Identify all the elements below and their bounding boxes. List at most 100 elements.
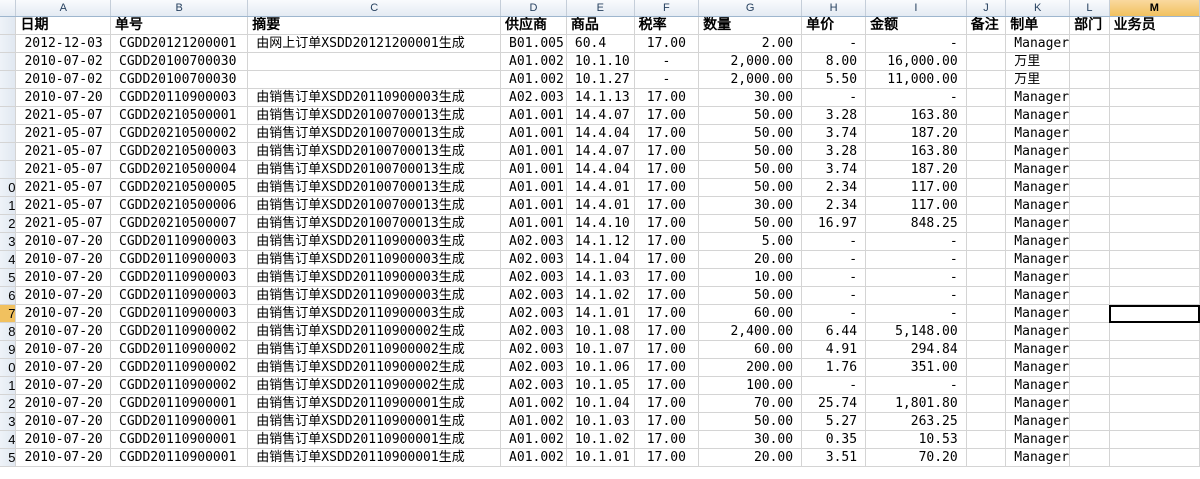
cell[interactable]: A02.003	[500, 232, 567, 251]
cell[interactable]	[966, 376, 1007, 395]
cell[interactable]: 263.25	[865, 412, 967, 431]
cell[interactable]: 17.00	[634, 286, 700, 305]
row-number[interactable]: 1	[0, 196, 17, 215]
cell[interactable]: 2021-05-07	[15, 178, 111, 197]
cell[interactable]: A01.001	[500, 124, 567, 143]
cell[interactable]: 70.20	[865, 448, 967, 467]
cell[interactable]: 2,400.00	[698, 322, 803, 341]
cell[interactable]: 由销售订单XSDD20110900003生成	[247, 304, 502, 323]
cell[interactable]: 17.00	[634, 376, 700, 395]
column-header-c[interactable]: C	[247, 0, 502, 17]
cell[interactable]	[1109, 70, 1200, 89]
cell[interactable]: 11,000.00	[865, 70, 967, 89]
cell[interactable]	[1069, 394, 1110, 413]
cell[interactable]: 848.25	[865, 214, 967, 233]
cell[interactable]	[966, 142, 1007, 161]
cell[interactable]	[966, 286, 1007, 305]
cell[interactable]: 2010-07-20	[15, 322, 111, 341]
cell[interactable]: 8.00	[801, 52, 867, 71]
cell[interactable]: A01.002	[500, 52, 567, 71]
cell[interactable]: 万里	[1005, 52, 1071, 71]
cell[interactable]: 163.80	[865, 106, 967, 125]
cell[interactable]: 14.4.04	[566, 160, 635, 179]
cell[interactable]: 30.00	[698, 196, 803, 215]
cell[interactable]: 10.1.05	[566, 376, 635, 395]
cell[interactable]: Manager	[1005, 106, 1071, 125]
row-number[interactable]: 0	[0, 358, 17, 377]
cell[interactable]: 50.00	[698, 214, 803, 233]
cell[interactable]: -	[865, 286, 967, 305]
cell[interactable]: A01.001	[500, 142, 567, 161]
cell[interactable]	[1109, 376, 1200, 395]
cell[interactable]	[1109, 232, 1200, 251]
cell[interactable]: 2010-07-20	[15, 304, 111, 323]
cell[interactable]: Manager	[1005, 412, 1071, 431]
header-cell[interactable]: 备注	[966, 16, 1007, 35]
cell[interactable]	[1069, 250, 1110, 269]
cell[interactable]: 117.00	[865, 196, 967, 215]
cell[interactable]: 17.00	[634, 88, 700, 107]
cell[interactable]	[1109, 196, 1200, 215]
cell[interactable]: Manager	[1005, 196, 1071, 215]
cell[interactable]	[966, 232, 1007, 251]
cell[interactable]	[966, 70, 1007, 89]
row-number[interactable]: 3	[0, 232, 17, 251]
cell[interactable]: 14.1.01	[566, 304, 635, 323]
cell[interactable]	[1109, 178, 1200, 197]
cell[interactable]: 14.4.07	[566, 142, 635, 161]
row-number[interactable]	[0, 88, 17, 107]
row-number[interactable]	[0, 52, 17, 71]
header-cell[interactable]: 数量	[698, 16, 803, 35]
cell[interactable]: Manager	[1005, 358, 1071, 377]
cell[interactable]: 100.00	[698, 376, 803, 395]
cell[interactable]: 由销售订单XSDD20110900001生成	[247, 412, 502, 431]
cell[interactable]: 10.1.27	[566, 70, 635, 89]
cell[interactable]	[1109, 214, 1200, 233]
column-header-h[interactable]: H	[801, 0, 867, 17]
cell[interactable]: CGDD20110900003	[110, 286, 249, 305]
cell[interactable]: 2010-07-20	[15, 268, 111, 287]
cell[interactable]: CGDD20110900003	[110, 232, 249, 251]
cell[interactable]: CGDD20110900001	[110, 394, 249, 413]
cell[interactable]: 由销售订单XSDD20110900003生成	[247, 232, 502, 251]
cell[interactable]: CGDD20110900001	[110, 448, 249, 467]
cell[interactable]: 1.76	[801, 358, 867, 377]
cell[interactable]	[1109, 88, 1200, 107]
cell[interactable]: 3.74	[801, 160, 867, 179]
cell[interactable]	[1109, 412, 1200, 431]
row-number[interactable]: 2	[0, 214, 17, 233]
cell[interactable]	[966, 268, 1007, 287]
cell[interactable]: 16,000.00	[865, 52, 967, 71]
cell[interactable]: Manager	[1005, 268, 1071, 287]
cell[interactable]: CGDD20110900001	[110, 430, 249, 449]
cell[interactable]: 70.00	[698, 394, 803, 413]
cell[interactable]: 2021-05-07	[15, 142, 111, 161]
cell[interactable]: A01.002	[500, 412, 567, 431]
cell[interactable]: 5.50	[801, 70, 867, 89]
cell[interactable]	[247, 70, 502, 89]
cell[interactable]: A02.003	[500, 286, 567, 305]
cell[interactable]	[1069, 304, 1110, 323]
cell[interactable]: -	[801, 88, 867, 107]
cell[interactable]	[966, 160, 1007, 179]
cell[interactable]: 2010-07-20	[15, 430, 111, 449]
cell[interactable]	[1069, 232, 1110, 251]
cell[interactable]: 2010-07-20	[15, 412, 111, 431]
cell[interactable]: 2.34	[801, 178, 867, 197]
column-header-f[interactable]: F	[634, 0, 700, 17]
cell[interactable]	[1069, 34, 1110, 53]
cell[interactable]: Manager	[1005, 250, 1071, 269]
cell[interactable]: A01.001	[500, 214, 567, 233]
cell[interactable]	[966, 304, 1007, 323]
cell[interactable]: 2010-07-20	[15, 286, 111, 305]
cell[interactable]	[1069, 160, 1110, 179]
header-cell[interactable]: 税率	[634, 16, 700, 35]
cell[interactable]	[1069, 178, 1110, 197]
cell[interactable]: 10.1.03	[566, 412, 635, 431]
cell[interactable]: -	[801, 232, 867, 251]
cell[interactable]: -	[801, 376, 867, 395]
cell[interactable]	[1069, 214, 1110, 233]
cell[interactable]: 由销售订单XSDD20100700013生成	[247, 178, 502, 197]
cell[interactable]	[1069, 286, 1110, 305]
cell[interactable]: CGDD20110900002	[110, 340, 249, 359]
